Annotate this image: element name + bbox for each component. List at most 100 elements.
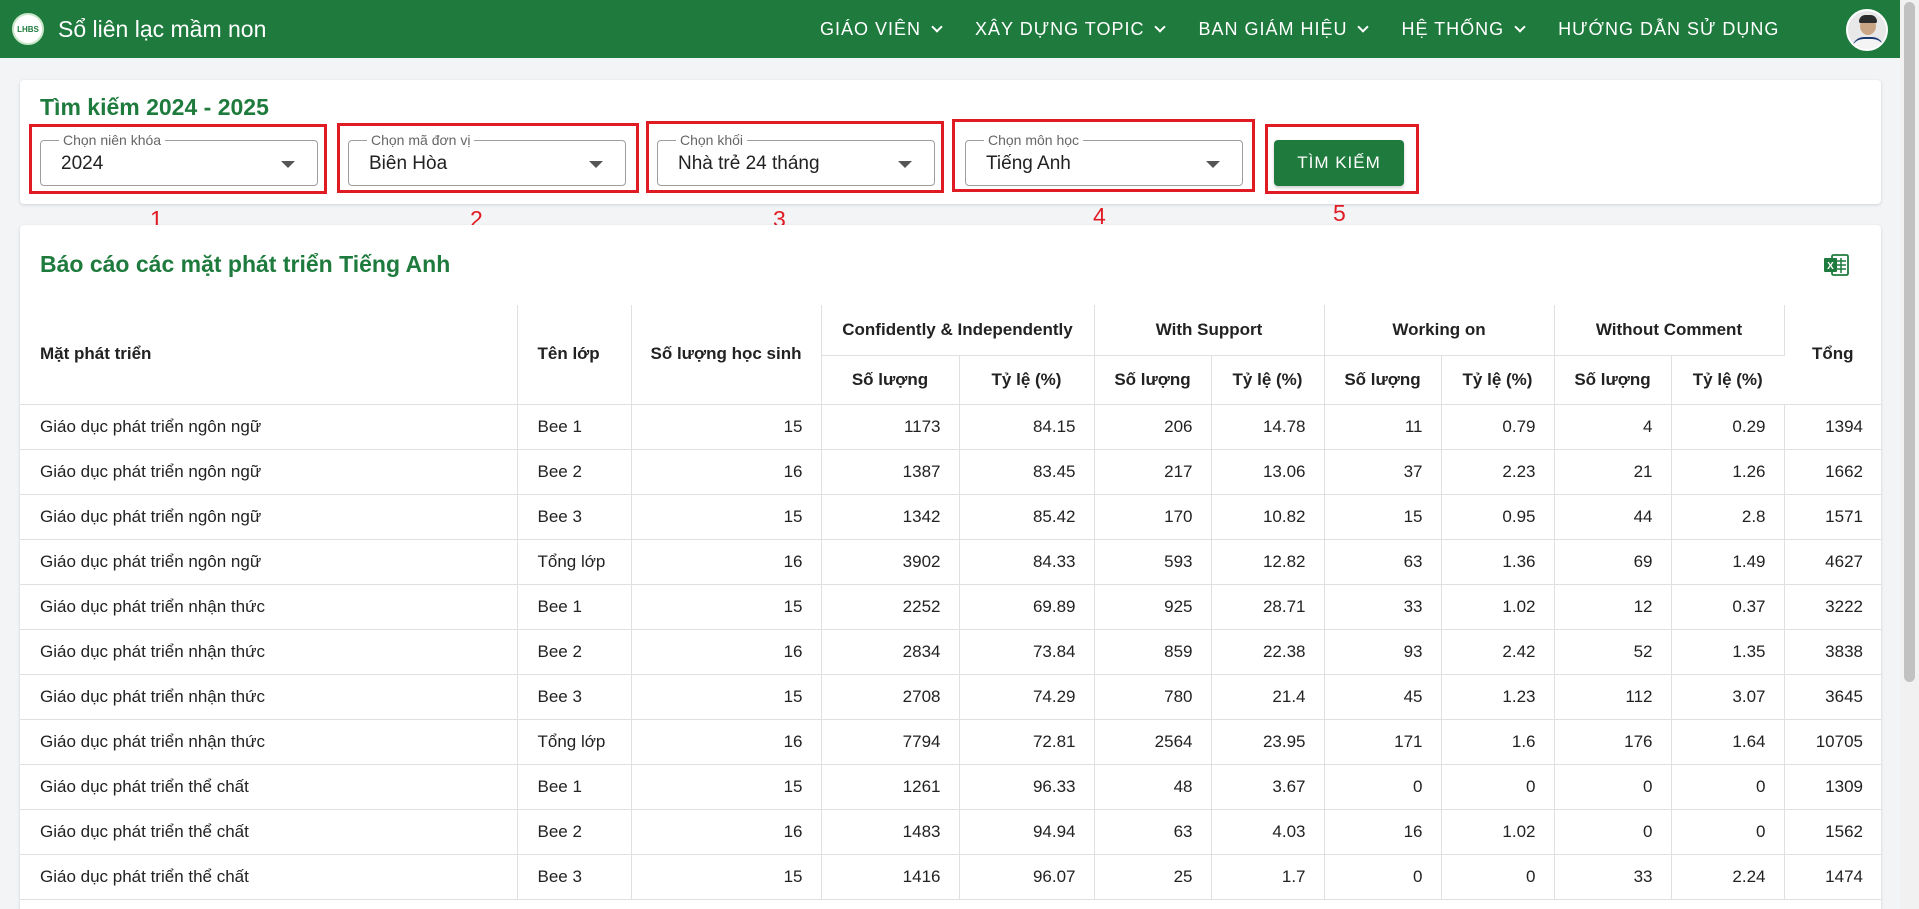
- cell-wo-rate: 1.36: [1441, 539, 1555, 585]
- cell-students: 16: [631, 809, 822, 855]
- cell-total: 1309: [1784, 764, 1881, 810]
- cell-wo-count: 16: [1324, 809, 1442, 855]
- cell-ci-count: 2708: [821, 674, 960, 720]
- cell-wo-count: 171: [1324, 719, 1442, 765]
- cell-ci-rate: 74.29: [959, 674, 1095, 720]
- excel-icon[interactable]: X: [1822, 252, 1850, 278]
- cell-ws-count: 217: [1094, 449, 1212, 495]
- chevron-down-icon: [931, 20, 943, 33]
- scrollbar-thumb[interactable]: [1904, 2, 1915, 682]
- cell-students: 16: [631, 719, 822, 765]
- development-report-table: Mặt phát triển Tên lớp Số lượng học sinh…: [20, 305, 1881, 900]
- nav-item-giao-vien[interactable]: GIÁO VIÊN: [820, 18, 943, 40]
- cell-wc-rate: 1.64: [1671, 719, 1785, 765]
- cell-wo-count: 33: [1324, 584, 1442, 630]
- cell-students: 15: [631, 404, 822, 450]
- cell-wo-count: 37: [1324, 449, 1442, 495]
- nav-item-he-thong[interactable]: HỆ THỐNG: [1401, 19, 1526, 40]
- cell-wc-rate: 0.29: [1671, 404, 1785, 450]
- cell-students: 16: [631, 629, 822, 675]
- cell-ci-rate: 73.84: [959, 629, 1095, 675]
- cell-wo-rate: 1.02: [1441, 584, 1555, 630]
- cell-wo-rate: 0.95: [1441, 494, 1555, 540]
- table-row: Giáo dục phát triển nhận thức Bee 3 15 2708…: [20, 674, 1881, 720]
- table-row: Giáo dục phát triển nhận thức Bee 1 15 2252…: [20, 584, 1881, 630]
- cell-wo-count: 0: [1324, 764, 1442, 810]
- cell-students: 15: [631, 674, 822, 720]
- cell-ci-rate: 94.94: [959, 809, 1095, 855]
- cell-students: 15: [631, 494, 822, 540]
- annotation-box-5: [1265, 124, 1419, 194]
- cell-class: Bee 1: [517, 404, 632, 450]
- cell-wo-rate: 0: [1441, 854, 1555, 900]
- cell-wc-rate: 1.35: [1671, 629, 1785, 675]
- cell-ws-rate: 4.03: [1211, 809, 1325, 855]
- nav-item-huong-dan-su-dung[interactable]: HƯỚNG DẪN SỬ DỤNG: [1558, 19, 1779, 40]
- report-panel: Báo cáo các mặt phát triển Tiếng Anh X M…: [20, 225, 1881, 909]
- cell-wc-rate: 1.49: [1671, 539, 1785, 585]
- chevron-down-icon: [1154, 20, 1167, 33]
- cell-ci-count: 1173: [821, 404, 960, 450]
- nav-item-ban-giam-hieu[interactable]: BAN GIÁM HIỆU: [1198, 19, 1370, 40]
- app-title[interactable]: Sổ liên lạc mầm non: [58, 16, 266, 43]
- annotation-box-4: [952, 119, 1255, 192]
- cell-ci-count: 2834: [821, 629, 960, 675]
- cell-ci-rate: 96.33: [959, 764, 1095, 810]
- annotation-number-5: 5: [1333, 200, 1346, 226]
- cell-total: 3222: [1784, 584, 1881, 630]
- cell-area: Giáo dục phát triển ngôn ngữ: [20, 404, 518, 450]
- cell-ws-count: 25: [1094, 854, 1212, 900]
- cell-wc-rate: 2.8: [1671, 494, 1785, 540]
- nav-item-label: GIÁO VIÊN: [820, 18, 922, 39]
- cell-wc-rate: 0: [1671, 764, 1785, 810]
- cell-ci-rate: 72.81: [959, 719, 1095, 765]
- cell-area: Giáo dục phát triển ngôn ngữ: [20, 494, 518, 540]
- cell-ci-count: 1387: [821, 449, 960, 495]
- nav-item-xay-dung-topic[interactable]: XÂY DỰNG TOPIC: [975, 19, 1167, 40]
- cell-wc-rate: 1.26: [1671, 449, 1785, 495]
- cell-ws-count: 780: [1094, 674, 1212, 720]
- cell-ws-count: 170: [1094, 494, 1212, 540]
- table-row: Giáo dục phát triển nhận thức Tổng lớp 16 7…: [20, 719, 1881, 765]
- cell-wc-count: 52: [1554, 629, 1672, 675]
- user-avatar[interactable]: [1846, 9, 1888, 51]
- cell-area: Giáo dục phát triển thể chất: [20, 809, 518, 855]
- cell-wo-count: 45: [1324, 674, 1442, 720]
- cell-ws-rate: 28.71: [1211, 584, 1325, 630]
- avatar-hair: [1859, 15, 1877, 23]
- cell-wc-count: 176: [1554, 719, 1672, 765]
- app-logo[interactable]: LHBS: [12, 13, 44, 45]
- cell-area: Giáo dục phát triển nhận thức: [20, 674, 518, 720]
- cell-ci-count: 1342: [821, 494, 960, 540]
- cell-wc-rate: 2.24: [1671, 854, 1785, 900]
- cell-wc-rate: 3.07: [1671, 674, 1785, 720]
- cell-ws-rate: 14.78: [1211, 404, 1325, 450]
- header-group-with-support: With Support: [1094, 305, 1325, 356]
- cell-ws-count: 925: [1094, 584, 1212, 630]
- table-row: Giáo dục phát triển nhận thức Bee 2 16 2834…: [20, 629, 1881, 675]
- annotation-box-2: [337, 123, 639, 193]
- cell-wc-count: 0: [1554, 764, 1672, 810]
- cell-ci-rate: 84.15: [959, 404, 1095, 450]
- cell-wc-count: 12: [1554, 584, 1672, 630]
- cell-wc-count: 69: [1554, 539, 1672, 585]
- cell-area: Giáo dục phát triển nhận thức: [20, 584, 518, 630]
- cell-area: Giáo dục phát triển ngôn ngữ: [20, 539, 518, 585]
- table-row: Giáo dục phát triển ngôn ngữ Bee 1 15 1173 8…: [20, 404, 1881, 450]
- header-rate: Tỷ lệ (%): [1671, 355, 1784, 405]
- table-row: Giáo dục phát triển ngôn ngữ Bee 3 15 1342 8…: [20, 494, 1881, 540]
- header-group-working-on: Working on: [1324, 305, 1555, 356]
- cell-wo-count: 0: [1324, 854, 1442, 900]
- cell-wo-rate: 1.23: [1441, 674, 1555, 720]
- cell-class: Tổng lớp: [517, 539, 632, 585]
- cell-class: Bee 1: [517, 584, 632, 630]
- cell-wc-count: 0: [1554, 809, 1672, 855]
- cell-area: Giáo dục phát triển nhận thức: [20, 719, 518, 765]
- cell-wo-count: 63: [1324, 539, 1442, 585]
- header-count: Số lượng: [1324, 355, 1442, 405]
- cell-ws-count: 593: [1094, 539, 1212, 585]
- cell-students: 16: [631, 449, 822, 495]
- page-scrollbar[interactable]: [1900, 0, 1919, 909]
- cell-total: 1562: [1784, 809, 1881, 855]
- cell-total: 1394: [1784, 404, 1881, 450]
